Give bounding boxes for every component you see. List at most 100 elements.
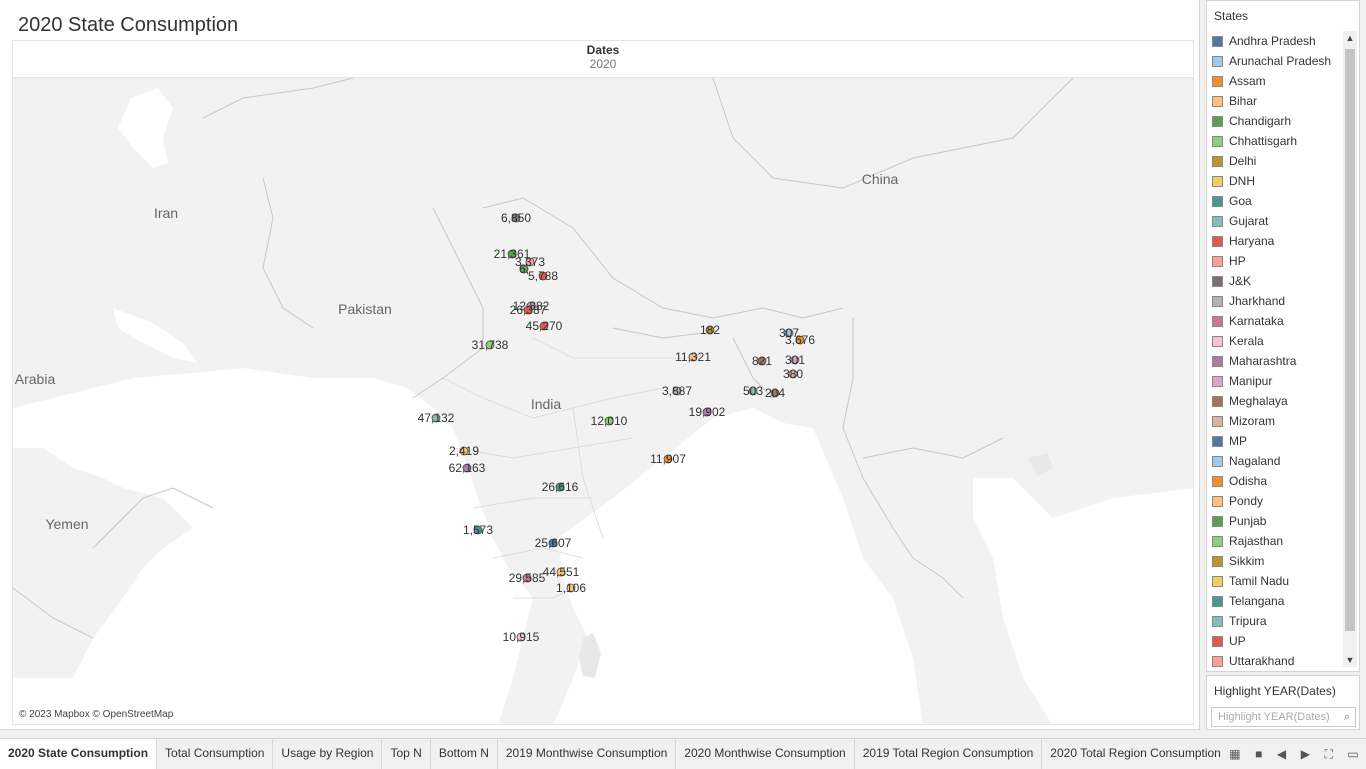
fullscreen-icon[interactable]: ⛶	[1324, 747, 1332, 762]
legend-item[interactable]: UP	[1207, 631, 1341, 651]
legend-item[interactable]: Tripura	[1207, 611, 1341, 631]
legend-swatch	[1212, 495, 1223, 507]
highlight-input[interactable]: Highlight YEAR(Dates) ⌕	[1211, 707, 1356, 727]
caspian-sea	[118, 88, 173, 168]
presentation-icon[interactable]: ▭	[1347, 747, 1358, 761]
map-attribution[interactable]: © 2023 Mapbox © OpenStreetMap	[19, 709, 173, 720]
scroll-up-icon[interactable]: ▲	[1343, 31, 1357, 45]
legend-item-label: Manipur	[1229, 374, 1273, 388]
map-point-label: 25,607	[535, 536, 572, 550]
legend-item[interactable]: MP	[1207, 431, 1341, 451]
legend-item[interactable]: HP	[1207, 251, 1341, 271]
legend-item[interactable]: Arunachal Pradesh	[1207, 51, 1341, 71]
map-canvas[interactable]: China Iran Pakistan India Arabia Yemen 6,850 2…	[13, 78, 1194, 725]
scroll-thumb[interactable]	[1345, 49, 1355, 631]
search-icon[interactable]: ⌕	[1344, 711, 1350, 724]
legend-item[interactable]: Odisha	[1207, 471, 1341, 491]
legend-item[interactable]: Tamil Nadu	[1207, 571, 1341, 591]
map-point-label: 3,887	[662, 384, 692, 398]
sheet-tabbar: 2020 State Consumption Total Consumption U…	[0, 738, 1366, 769]
legend-item-label: Goa	[1229, 194, 1252, 208]
legend-swatch	[1212, 515, 1223, 527]
tab-3[interactable]: Top N	[382, 739, 431, 769]
legend-swatch	[1212, 195, 1223, 207]
legend-item[interactable]: Pondy	[1207, 491, 1341, 511]
legend-item-label: Kerala	[1229, 334, 1264, 348]
legend-swatch	[1212, 315, 1223, 327]
highlight-placeholder: Highlight YEAR(Dates)	[1218, 711, 1330, 723]
legend-swatch	[1212, 215, 1223, 227]
bay-of-bengal	[553, 408, 923, 724]
legend-item[interactable]: Manipur	[1207, 371, 1341, 391]
legend-item[interactable]: Kerala	[1207, 331, 1341, 351]
legend-item-label: Bihar	[1229, 94, 1258, 108]
legend-item-label: HP	[1229, 254, 1246, 268]
legend-item[interactable]: Telangana	[1207, 591, 1341, 611]
legend-item-label: Karnataka	[1229, 314, 1284, 328]
map-point-label: 11,321	[675, 350, 711, 364]
dates-header: Dates 2020	[12, 40, 1194, 76]
legend-item[interactable]: Sikkim	[1207, 551, 1341, 571]
map-point-label: 821	[752, 354, 772, 368]
film-strip-icon[interactable]: ▦	[1229, 747, 1240, 761]
legend-swatch	[1212, 475, 1223, 487]
legend-item[interactable]: Bihar	[1207, 91, 1341, 111]
legend-item[interactable]: Nagaland	[1207, 451, 1341, 471]
legend-item[interactable]: Gujarat	[1207, 211, 1341, 231]
tab-8[interactable]: 2020 Total Region Consumption	[1042, 739, 1222, 769]
legend-swatch	[1212, 655, 1223, 667]
legend-item[interactable]: Chandigarh	[1207, 111, 1341, 131]
tab-6[interactable]: 2020 Monthwise Consumption	[676, 739, 855, 769]
legend-item[interactable]: Meghalaya	[1207, 391, 1341, 411]
legend-item[interactable]: Chhattisgarh	[1207, 131, 1341, 151]
legend-item[interactable]: Assam	[1207, 71, 1341, 91]
dates-header-year[interactable]: 2020	[13, 57, 1193, 71]
legend-item[interactable]: Haryana	[1207, 231, 1341, 251]
legend-item-label: Chhattisgarh	[1229, 134, 1298, 148]
legend-item[interactable]: Jharkhand	[1207, 291, 1341, 311]
tab-0[interactable]: 2020 State Consumption	[0, 739, 158, 769]
dates-header-label: Dates	[586, 43, 620, 57]
legend-swatch	[1212, 155, 1223, 167]
tab-4[interactable]: Bottom N	[431, 739, 498, 769]
legend-item[interactable]: Andhra Pradesh	[1207, 31, 1341, 51]
place-label-yemen: Yemen	[45, 516, 88, 532]
legend-item-label: Maharashtra	[1229, 354, 1297, 368]
legend-swatch	[1212, 575, 1223, 587]
map-point-label: 380	[783, 367, 803, 381]
legend-item[interactable]: Mizoram	[1207, 411, 1341, 431]
map-point-label: 6,850	[501, 211, 531, 225]
legend-item-label: Haryana	[1229, 234, 1275, 248]
legend-item[interactable]: Uttarakhand	[1207, 651, 1341, 671]
tab-5[interactable]: 2019 Monthwise Consumption	[498, 739, 677, 769]
legend-item-label: Tamil Nadu	[1229, 574, 1290, 588]
legend-item[interactable]: DNH	[1207, 171, 1341, 191]
legend-item[interactable]: Delhi	[1207, 151, 1341, 171]
tab-1[interactable]: Total Consumption	[157, 739, 274, 769]
legend-item[interactable]: J&K	[1207, 271, 1341, 291]
legend-item[interactable]: Goa	[1207, 191, 1341, 211]
next-sheet-icon[interactable]: ▶	[1301, 747, 1310, 761]
legend-item[interactable]: Karnataka	[1207, 311, 1341, 331]
highlight-title: Highlight YEAR(Dates)	[1214, 684, 1336, 698]
scroll-down-icon[interactable]: ▼	[1343, 653, 1357, 667]
legend-scrollbar[interactable]: ▲ ▼	[1343, 31, 1357, 667]
legend-swatch	[1212, 135, 1223, 147]
legend-item-label: Rajasthan	[1229, 534, 1284, 548]
legend-item[interactable]: Punjab	[1207, 511, 1341, 531]
legend-item-label: Meghalaya	[1229, 394, 1288, 408]
legend-swatch	[1212, 615, 1223, 627]
legend-item[interactable]: Maharashtra	[1207, 351, 1341, 371]
map-view[interactable]: China Iran Pakistan India Arabia Yemen 6,850 2…	[12, 77, 1194, 725]
map-point-label: 182	[700, 323, 720, 337]
tab-2[interactable]: Usage by Region	[273, 739, 383, 769]
legend-item[interactable]: Rajasthan	[1207, 531, 1341, 551]
legend-swatch	[1212, 375, 1223, 387]
map-point-label: 204	[765, 386, 785, 400]
tab-7[interactable]: 2019 Total Region Consumption	[855, 739, 1043, 769]
show-sheet-icon[interactable]: ■	[1255, 747, 1262, 761]
legend-item-label: Chandigarh	[1229, 114, 1292, 128]
legend-item-label: J&K	[1229, 274, 1252, 288]
place-label-iran: Iran	[154, 205, 178, 221]
prev-sheet-icon[interactable]: ◀	[1277, 747, 1286, 761]
